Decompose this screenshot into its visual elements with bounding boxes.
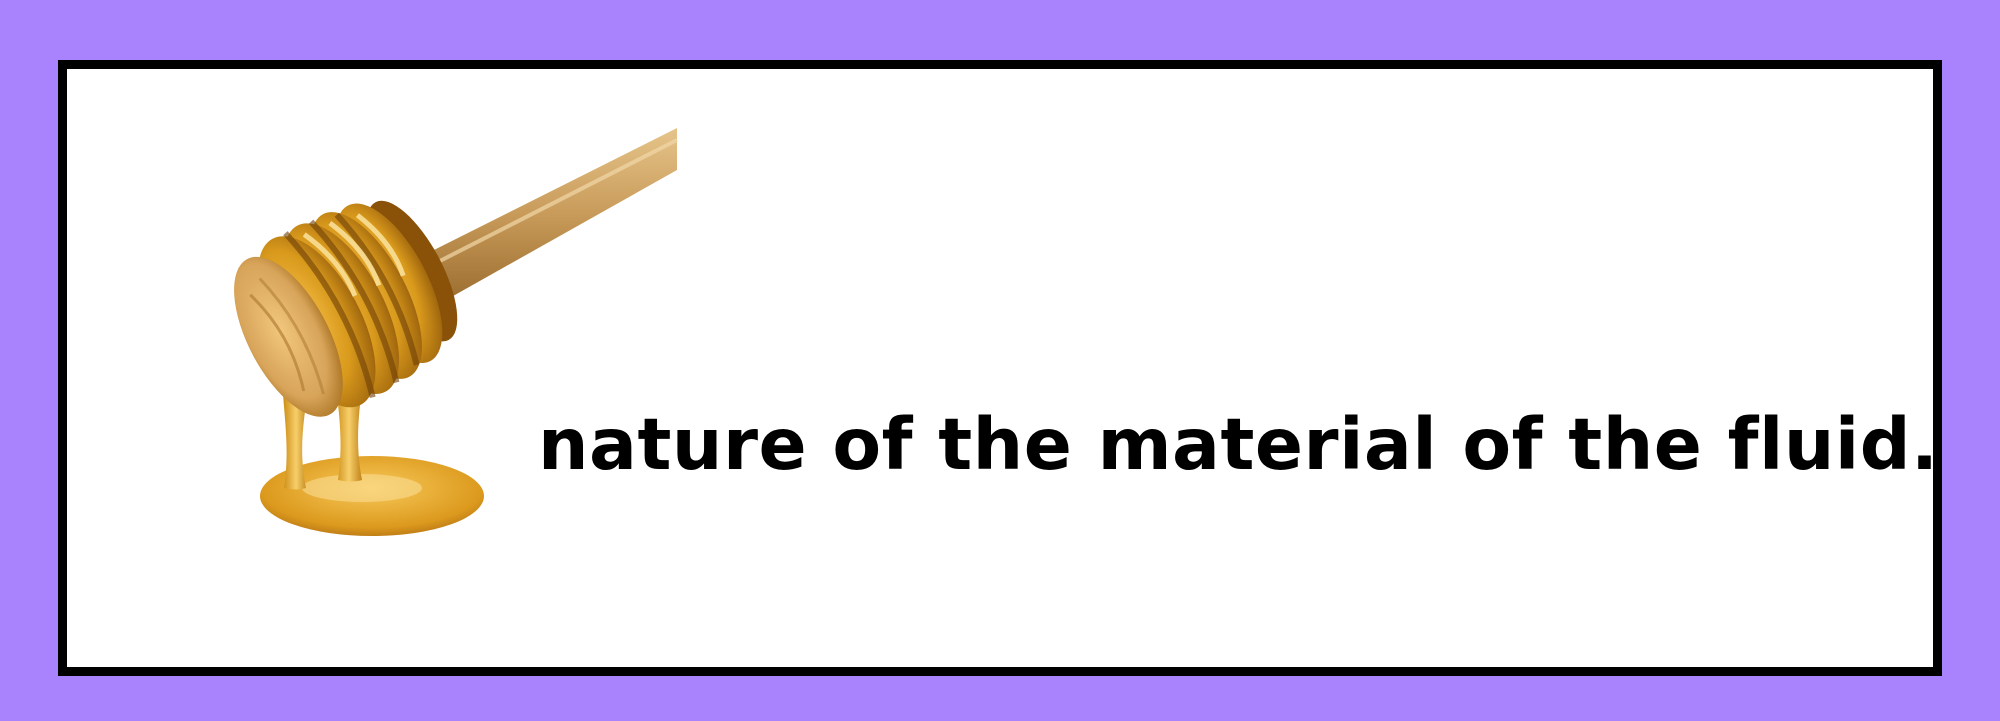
caption-text: nature of the material of the fluid. xyxy=(538,403,1939,486)
honey-dipper-icon xyxy=(172,88,692,568)
